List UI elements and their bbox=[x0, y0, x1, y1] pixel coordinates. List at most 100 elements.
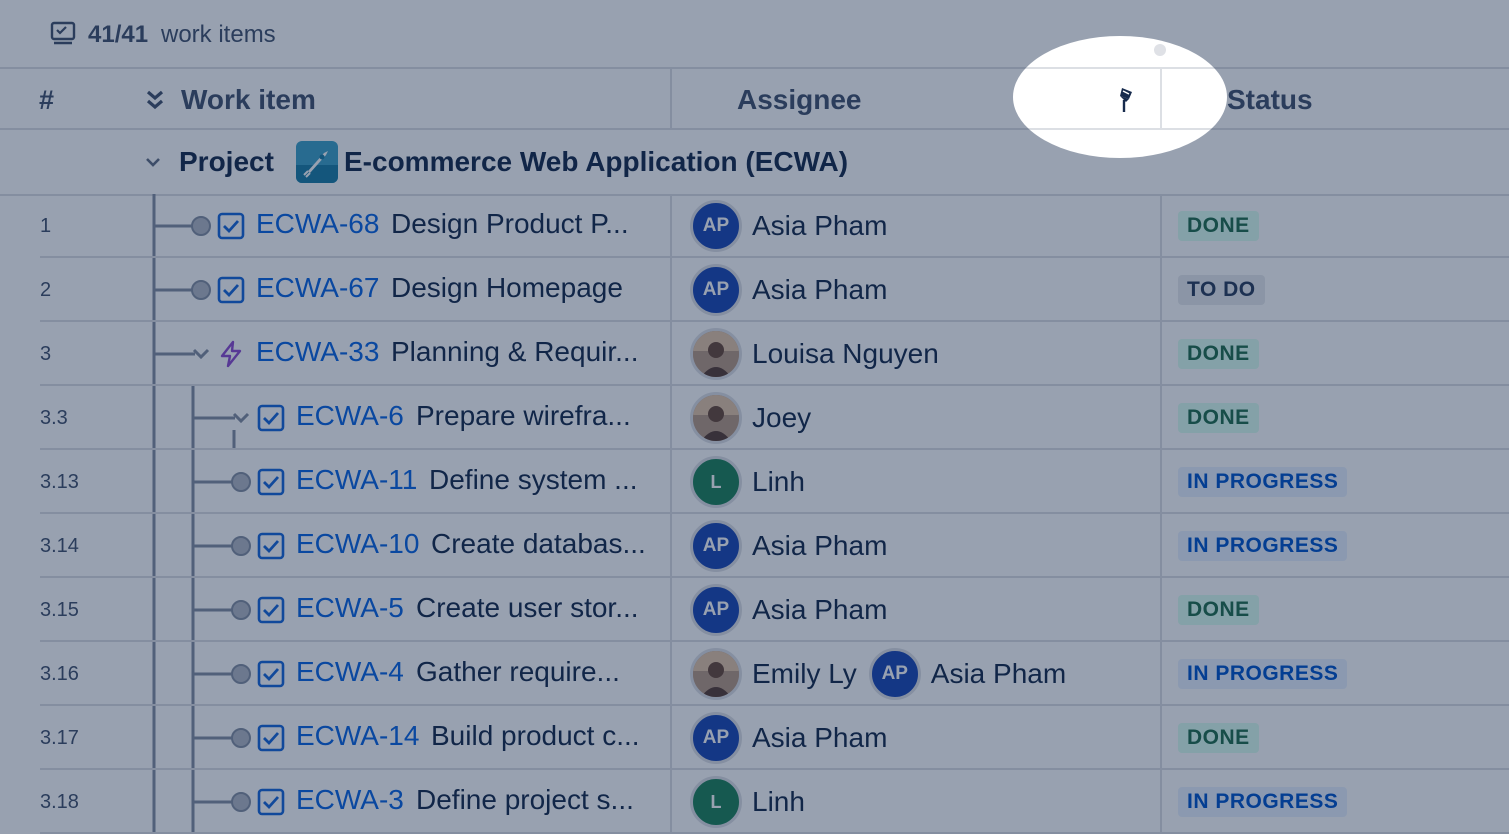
assignee-cell[interactable]: AP Asia Pham bbox=[690, 712, 899, 764]
work-item-key-link[interactable]: ECWA-3 bbox=[296, 784, 404, 816]
leaf-dot-icon bbox=[231, 792, 251, 812]
avatar[interactable]: AP bbox=[690, 584, 742, 636]
avatar-initials: AP bbox=[702, 599, 730, 620]
work-item-key-link[interactable]: ECWA-14 bbox=[296, 720, 419, 752]
table-row[interactable]: 3.16 ECWA-4 Gather require... Emily Ly AP Asi… bbox=[0, 642, 1509, 706]
column-header-assignee[interactable]: Assignee bbox=[737, 84, 862, 116]
table-row[interactable]: 3.18 ECWA-3 Define project s... L Linh IN PRO… bbox=[0, 770, 1509, 834]
chevron-down-icon[interactable] bbox=[192, 348, 210, 360]
column-divider bbox=[670, 642, 672, 706]
avatar[interactable] bbox=[690, 328, 742, 380]
avatar[interactable]: L bbox=[690, 776, 742, 828]
assignee-cell[interactable]: Emily Ly AP Asia Pham bbox=[690, 648, 1078, 700]
task-checkbox-icon bbox=[257, 724, 285, 752]
assignee-cell[interactable]: L Linh bbox=[690, 776, 817, 828]
column-divider bbox=[1160, 578, 1162, 642]
status-badge[interactable]: IN PROGRESS bbox=[1178, 467, 1348, 497]
column-header-status[interactable]: Status bbox=[1227, 84, 1313, 116]
tree-connector bbox=[152, 514, 251, 578]
work-item-summary[interactable]: Define system ... bbox=[429, 464, 638, 496]
status-badge[interactable]: DONE bbox=[1178, 403, 1259, 433]
assignee-name: Asia Pham bbox=[752, 722, 888, 753]
column-divider bbox=[1160, 322, 1162, 386]
work-item-key-link[interactable]: ECWA-68 bbox=[256, 208, 379, 240]
summary-bar: 41/41 work items bbox=[0, 0, 1509, 69]
assignee-name: Asia Pham bbox=[752, 274, 888, 305]
status-badge[interactable]: DONE bbox=[1178, 595, 1259, 625]
row-number: 3.14 bbox=[40, 535, 79, 557]
work-item-key-link[interactable]: ECWA-11 bbox=[296, 464, 417, 496]
assignee-cell[interactable]: L Linh bbox=[690, 456, 817, 508]
avatar[interactable]: AP bbox=[868, 648, 921, 700]
task-checkbox-icon bbox=[257, 404, 285, 432]
avatar[interactable]: AP bbox=[690, 520, 742, 572]
avatar-initials: L bbox=[710, 471, 722, 492]
row-number: 3.18 bbox=[40, 791, 79, 813]
status-badge[interactable]: IN PROGRESS bbox=[1178, 787, 1348, 817]
work-item-summary[interactable]: Design Homepage bbox=[391, 272, 623, 304]
column-divider[interactable] bbox=[1160, 69, 1162, 128]
work-items-view: 41/41 work items # Work item Assignee St… bbox=[0, 0, 1509, 834]
avatar[interactable] bbox=[690, 392, 742, 444]
work-item-key-link[interactable]: ECWA-6 bbox=[296, 400, 404, 432]
table-row[interactable]: 3.14 ECWA-10 Create databas... AP Asia Pham I… bbox=[0, 514, 1509, 578]
status-badge[interactable]: IN PROGRESS bbox=[1178, 531, 1348, 561]
pin-icon[interactable] bbox=[1112, 85, 1138, 115]
assignee-name: Asia Pham bbox=[752, 594, 888, 625]
avatar[interactable]: AP bbox=[690, 712, 742, 764]
table-row[interactable]: 3.13 ECWA-11 Define system ... L Linh IN PROG… bbox=[0, 450, 1509, 514]
assignee-cell[interactable]: Joey bbox=[690, 392, 823, 444]
work-item-summary[interactable]: Create databas... bbox=[431, 528, 646, 560]
assignee-cell[interactable]: AP Asia Pham bbox=[690, 520, 899, 572]
chevron-down-icon[interactable] bbox=[232, 412, 250, 424]
table-row[interactable]: 2 ECWA-67 Design Homepage AP Asia Pham TO DO bbox=[0, 258, 1509, 322]
avatar[interactable]: AP bbox=[690, 264, 742, 316]
table-row[interactable]: 3.15 ECWA-5 Create user stor... AP Asia Pham… bbox=[0, 578, 1509, 642]
tree-connector bbox=[152, 450, 251, 514]
assignee-cell[interactable]: AP Asia Pham bbox=[690, 200, 899, 252]
work-item-key-link[interactable]: ECWA-4 bbox=[296, 656, 404, 688]
row-number: 1 bbox=[40, 215, 52, 237]
column-divider bbox=[670, 322, 672, 386]
avatar[interactable]: AP bbox=[690, 200, 742, 252]
avatar-initials: AP bbox=[702, 215, 730, 236]
avatar[interactable]: L bbox=[690, 456, 742, 508]
work-item-summary[interactable]: Planning & Requir... bbox=[391, 336, 639, 368]
work-item-key-link[interactable]: ECWA-67 bbox=[256, 272, 379, 304]
status-badge[interactable]: DONE bbox=[1178, 723, 1259, 753]
project-name[interactable]: E-commerce Web Application (ECWA) bbox=[344, 146, 848, 178]
assignee-cell[interactable]: AP Asia Pham bbox=[690, 264, 899, 316]
table-row[interactable]: 3 ECWA-33 Planning & Requir... Louisa Nguye… bbox=[0, 322, 1509, 386]
status-badge[interactable]: IN PROGRESS bbox=[1178, 659, 1348, 689]
table-row[interactable]: 1 ECWA-68 Design Product P... AP Asia Pham DO… bbox=[0, 194, 1509, 258]
table-row[interactable]: 3.17 ECWA-14 Build product c... AP Asia Pham… bbox=[0, 706, 1509, 770]
column-divider bbox=[1160, 514, 1162, 578]
chevron-down-icon[interactable] bbox=[143, 152, 163, 172]
work-item-summary[interactable]: Build product c... bbox=[431, 720, 640, 752]
work-item-key-link[interactable]: ECWA-5 bbox=[296, 592, 404, 624]
work-item-key-link[interactable]: ECWA-33 bbox=[256, 336, 379, 368]
double-chevron-down-icon[interactable] bbox=[144, 85, 166, 115]
assignee-name: Joey bbox=[752, 402, 812, 433]
status-badge[interactable]: DONE bbox=[1178, 211, 1259, 241]
group-row-project[interactable]: Project E-commerce Web Application (ECWA… bbox=[0, 130, 1509, 196]
assignee-cell[interactable]: Louisa Nguyen bbox=[690, 328, 951, 380]
column-divider bbox=[1160, 770, 1162, 834]
column-divider[interactable] bbox=[670, 69, 672, 128]
work-item-summary[interactable]: Create user stor... bbox=[416, 592, 639, 624]
work-item-summary[interactable]: Define project s... bbox=[416, 784, 634, 816]
assignee-cell[interactable]: AP Asia Pham bbox=[690, 584, 899, 636]
column-header-work-item[interactable]: Work item bbox=[181, 84, 316, 116]
work-item-key-link[interactable]: ECWA-10 bbox=[296, 528, 419, 560]
task-checkbox-icon bbox=[257, 596, 285, 624]
status-badge[interactable]: TO DO bbox=[1178, 275, 1265, 305]
work-item-summary[interactable]: Prepare wirefra... bbox=[416, 400, 631, 432]
user-photo-icon bbox=[693, 651, 739, 697]
table-row[interactable]: 3.3 ECWA-6 Prepare wirefra... Joey DONE bbox=[0, 386, 1509, 450]
column-divider bbox=[1160, 706, 1162, 770]
avatar[interactable] bbox=[690, 648, 742, 700]
work-item-summary[interactable]: Gather require... bbox=[416, 656, 620, 688]
column-divider bbox=[670, 386, 672, 450]
status-badge[interactable]: DONE bbox=[1178, 339, 1259, 369]
work-item-summary[interactable]: Design Product P... bbox=[391, 208, 629, 240]
